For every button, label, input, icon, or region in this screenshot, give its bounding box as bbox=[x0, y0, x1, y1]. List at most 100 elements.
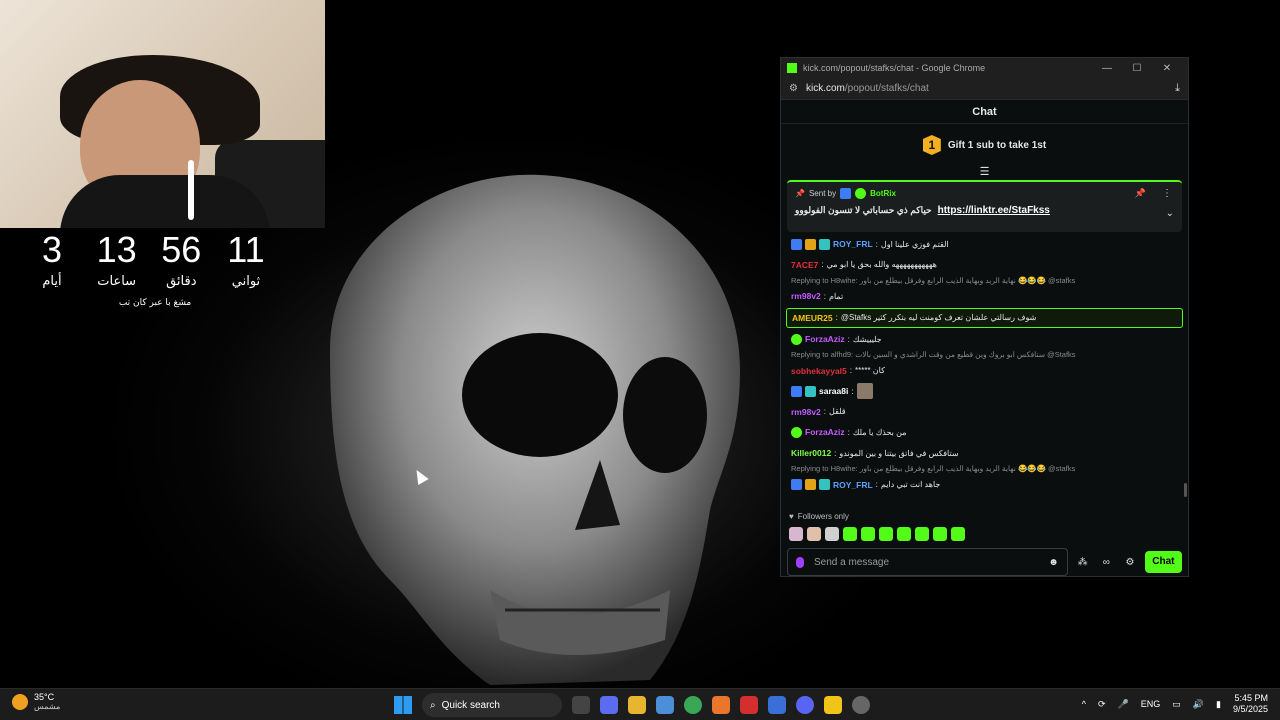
verified-badge-icon bbox=[855, 188, 867, 199]
pin-icon[interactable]: 📌 bbox=[1135, 188, 1146, 199]
task-view-icon[interactable] bbox=[572, 696, 590, 714]
collapse-icon[interactable]: ☰ bbox=[781, 166, 1188, 180]
more-options-icon[interactable]: ⋮ bbox=[1162, 188, 1172, 199]
send-chat-button[interactable]: Chat bbox=[1144, 551, 1183, 573]
reply-context: Replying to H8wihe: نهاية الريد وبهاية ا… bbox=[791, 275, 1178, 286]
gear-icon[interactable]: ⚙ bbox=[1121, 557, 1139, 568]
pinned-link[interactable]: https://linktr.ee/StaFkss bbox=[938, 205, 1050, 216]
download-icon[interactable]: ⤓ bbox=[1175, 82, 1180, 95]
sync-icon[interactable]: ⟳ bbox=[1098, 699, 1106, 710]
battery-icon[interactable]: ▮ bbox=[1216, 699, 1221, 710]
emote-icon[interactable] bbox=[843, 527, 857, 541]
message-separator: : bbox=[834, 448, 837, 458]
emote-icon[interactable] bbox=[789, 527, 803, 541]
countdown-label: أيام bbox=[42, 274, 62, 289]
emote-icon[interactable] bbox=[825, 527, 839, 541]
message-separator: : bbox=[851, 386, 854, 396]
green-badge-icon bbox=[791, 426, 802, 438]
app-icon[interactable] bbox=[712, 696, 730, 714]
message-text: ***** كان bbox=[855, 366, 885, 376]
gift-text: Gift 1 sub to take 1st bbox=[947, 139, 1047, 151]
search-icon: ⌕ bbox=[430, 699, 436, 711]
skull-artwork bbox=[330, 174, 740, 685]
chat-messages[interactable]: ROY_FRL: القتم فوزي علينا اول 7ACE7: هههههه… bbox=[781, 232, 1188, 508]
volume-icon[interactable]: 🔊 bbox=[1193, 699, 1204, 710]
language-indicator[interactable]: ENG bbox=[1141, 699, 1161, 709]
gift-sub-banner[interactable]: 1 Gift 1 sub to take 1st bbox=[781, 124, 1188, 166]
emote-icon[interactable] bbox=[897, 527, 911, 541]
emote-icon[interactable] bbox=[861, 527, 875, 541]
emote-icon[interactable] bbox=[807, 527, 821, 541]
rewards-icon[interactable]: ⁂ bbox=[1074, 557, 1092, 568]
minimize-button[interactable]: — bbox=[1092, 63, 1122, 74]
clock[interactable]: 5:45 PM 9/5/2025 bbox=[1233, 693, 1268, 715]
chat-username[interactable]: AMEUR25 bbox=[792, 313, 833, 323]
emote-icon[interactable] bbox=[879, 527, 893, 541]
blue-badge-icon bbox=[791, 385, 802, 397]
emote-icon[interactable] bbox=[915, 527, 929, 541]
chat-username[interactable]: Killer0012 bbox=[791, 448, 831, 458]
message-input[interactable]: Send a message ☻ bbox=[787, 548, 1068, 576]
windows-start-icon[interactable] bbox=[394, 696, 412, 714]
chat-username[interactable]: sobhekayyal5 bbox=[791, 366, 847, 376]
reply-text: Replying to H8wihe: نهاية الريد وبهاية ا… bbox=[791, 276, 1076, 286]
store-icon[interactable] bbox=[656, 696, 674, 714]
chat-username[interactable]: rm98v2 bbox=[791, 291, 821, 301]
countdown-label: ساعات bbox=[97, 274, 137, 289]
close-button[interactable]: ✕ bbox=[1152, 63, 1182, 74]
message-text: ستافكس في فاتق بيتنا و بين الموندو bbox=[839, 448, 959, 458]
clock-time: 5:45 PM bbox=[1234, 693, 1268, 703]
countdown-value: 13 bbox=[96, 229, 137, 270]
app-icon[interactable] bbox=[824, 696, 842, 714]
chat-message: 7ACE7: هههههههههههه والله بحق يا ابو مي bbox=[791, 255, 1178, 276]
address-bar[interactable]: ⚙ kick.com /popout/stafks/chat ⤓ bbox=[781, 78, 1188, 100]
chat-popout-window: kick.com/popout/stafks/chat - Google Chr… bbox=[780, 57, 1189, 577]
mic-icon[interactable] bbox=[796, 556, 804, 568]
countdown-days: 3 أيام bbox=[22, 228, 82, 289]
countdown-value: 11 bbox=[227, 229, 265, 270]
kick-logo-icon bbox=[787, 63, 797, 73]
emote-bar bbox=[781, 524, 1188, 544]
chat-message: rm98v2: قلقل bbox=[791, 402, 1178, 423]
discord-icon[interactable] bbox=[796, 696, 814, 714]
reply-context: Replying to alfhd9: ستافكس ابو بروك وين … bbox=[791, 349, 1178, 360]
followers-only-label: Followers only bbox=[797, 511, 849, 521]
taskbar-search[interactable]: ⌕ Quick search bbox=[422, 693, 562, 717]
chat-username[interactable]: 7ACE7 bbox=[791, 260, 818, 270]
bot-name[interactable]: BotRix bbox=[870, 189, 896, 198]
teal-badge-icon bbox=[819, 479, 830, 491]
chat-username[interactable]: ForzaAziz bbox=[805, 427, 845, 437]
search-label: Quick search bbox=[441, 699, 500, 711]
app-icon[interactable] bbox=[768, 696, 786, 714]
chat-username[interactable]: rm98v2 bbox=[791, 407, 821, 417]
message-separator: : bbox=[823, 407, 827, 417]
maximize-button[interactable]: ☐ bbox=[1122, 63, 1152, 74]
emote-icon[interactable] bbox=[933, 527, 947, 541]
obs-icon[interactable] bbox=[852, 696, 870, 714]
microphone-icon[interactable]: 🎤 bbox=[1118, 699, 1129, 710]
chevron-up-icon[interactable]: ^ bbox=[1082, 699, 1086, 709]
infinity-icon[interactable]: ∞ bbox=[1097, 557, 1115, 568]
site-settings-icon[interactable]: ⚙ bbox=[789, 83, 798, 94]
chevron-down-icon[interactable]: ⌄ bbox=[1166, 208, 1174, 219]
clock-date: 9/5/2025 bbox=[1232, 704, 1268, 714]
copilot-icon[interactable] bbox=[600, 696, 618, 714]
app-icon[interactable] bbox=[740, 696, 758, 714]
chat-username[interactable]: ROY_FRL bbox=[833, 480, 873, 490]
chat-username[interactable]: saraa8i bbox=[819, 386, 848, 396]
chat-message: Killer0012: ستافكس في فاتق بيتنا و بين ال… bbox=[791, 443, 1178, 464]
chat-scrollbar[interactable] bbox=[1184, 483, 1187, 497]
emoji-icon[interactable]: ☻ bbox=[1048, 557, 1059, 568]
message-text: جاهد انت تبي دايم bbox=[880, 480, 941, 490]
message-text: من بحذك يا ملك bbox=[852, 427, 907, 437]
reply-context: Replying to H8wihe: نهاية الريد وبهاية ا… bbox=[791, 463, 1178, 474]
chat-username[interactable]: ForzaAziz bbox=[805, 334, 845, 344]
window-titlebar: kick.com/popout/stafks/chat - Google Chr… bbox=[781, 58, 1188, 78]
file-explorer-icon[interactable] bbox=[628, 696, 646, 714]
chrome-icon[interactable] bbox=[684, 696, 702, 714]
chat-username[interactable]: ROY_FRL bbox=[833, 239, 873, 249]
emote-icon[interactable] bbox=[951, 527, 965, 541]
countdown-hours: 13 ساعات bbox=[87, 228, 147, 289]
weather-widget[interactable]: 35°C مشمس bbox=[12, 692, 60, 711]
network-icon[interactable]: ▭ bbox=[1172, 699, 1181, 710]
